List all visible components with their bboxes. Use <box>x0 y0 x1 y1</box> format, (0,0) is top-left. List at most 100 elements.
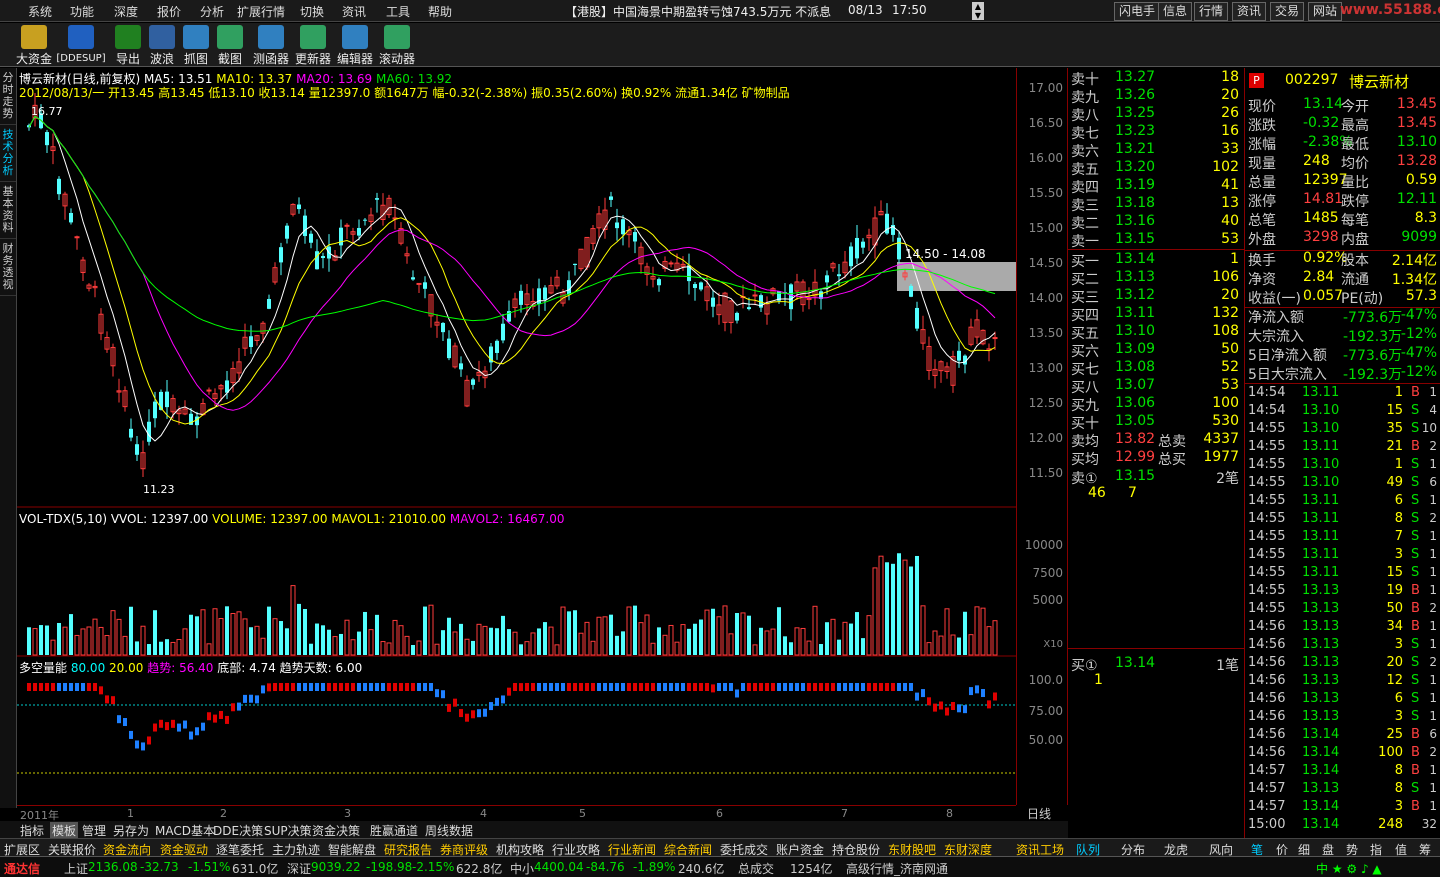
screenshot-button[interactable]: 截图 <box>210 25 250 66</box>
menu-function[interactable]: 功能 <box>70 3 94 20</box>
market-button[interactable]: 行情 <box>1194 2 1229 21</box>
trend-block <box>855 683 859 691</box>
volume-bar <box>633 605 637 655</box>
trend-block <box>597 683 601 691</box>
tick-price: 13.13 <box>1302 601 1340 616</box>
tab-fundamental[interactable]: 基本资料 <box>0 182 16 239</box>
volume-bar <box>819 644 823 655</box>
volume-bar <box>315 623 319 655</box>
volume-bar <box>699 619 703 655</box>
trend-block <box>129 730 133 739</box>
y-tick: 17.00 <box>1028 81 1063 95</box>
tab-sup[interactable]: SUP决策 <box>264 822 312 839</box>
period-label[interactable]: 日线 <box>1027 805 1051 822</box>
status-icons[interactable]: 中 ★ ⚙ ♪ ▲ <box>1316 860 1382 877</box>
tab-weekly[interactable]: 周线数据 <box>425 822 473 839</box>
trend-block <box>537 683 541 691</box>
updater-button[interactable]: 更新器 <box>294 25 332 66</box>
menu-news[interactable]: 资讯 <box>342 3 366 20</box>
bid-volume: 50 <box>1221 341 1239 357</box>
trend-block <box>75 683 79 691</box>
tick-time: 14:55 <box>1248 439 1286 454</box>
volume-bar <box>662 634 668 656</box>
big-capital-button[interactable]: 大资金 <box>13 25 55 66</box>
tick-row: 14:56 13.14 100 B 2 <box>1245 745 1440 763</box>
tick-price: 13.13 <box>1302 583 1340 598</box>
trend-block <box>219 710 223 719</box>
tick-volume: 100 <box>1378 745 1403 760</box>
function-tester-button[interactable]: 测函器 <box>252 25 290 66</box>
volume-bar <box>267 606 271 655</box>
tick-time: 14:55 <box>1248 421 1286 436</box>
flash-trade-button[interactable]: 闪电手 <box>1114 2 1161 21</box>
tab-template[interactable]: 模板 <box>50 822 79 839</box>
trend-block <box>45 683 49 691</box>
bid-row: 买六 13.09 50 <box>1068 341 1245 360</box>
queue-volume: 7 <box>1128 485 1137 501</box>
tab-manage[interactable]: 管理 <box>82 822 106 839</box>
bid-price: 13.14 <box>1115 251 1156 267</box>
menu-analysis[interactable]: 分析 <box>200 3 224 20</box>
tick-volume: 19 <box>1386 583 1403 598</box>
volume-bar <box>218 618 224 656</box>
menu-extended[interactable]: 扩展行情 <box>237 3 285 20</box>
editor-icon <box>342 25 368 49</box>
candle-body <box>609 196 613 200</box>
trend-block <box>81 683 85 691</box>
bid-label: 买六 <box>1071 344 1099 360</box>
info-button[interactable]: 信息 <box>1158 2 1193 21</box>
trend-block <box>285 683 289 691</box>
volume-bar <box>735 613 739 655</box>
tab-technical[interactable]: 技术分析 <box>0 125 16 182</box>
tab-macd[interactable]: MACD基本 <box>155 822 215 839</box>
tick-time: 14:56 <box>1248 619 1286 634</box>
menu-tools[interactable]: 工具 <box>386 3 410 20</box>
tab-channel[interactable]: 胜赢通道 <box>370 822 418 839</box>
news-button[interactable]: 资讯 <box>1232 2 1267 21</box>
menu-system[interactable]: 系统 <box>28 3 52 20</box>
tab-finance[interactable]: 财务透视 <box>0 239 16 296</box>
trend-block <box>927 697 931 706</box>
trend-block <box>825 683 829 691</box>
editor-button[interactable]: 编辑器 <box>336 25 374 66</box>
menu-switch[interactable]: 切换 <box>300 3 324 20</box>
menu-depth[interactable]: 深度 <box>114 3 138 20</box>
ticker-scroll[interactable]: ▲ ▼ <box>972 2 984 20</box>
candle-body <box>315 251 319 270</box>
buy1-queue-detail: 1 <box>1068 672 1245 690</box>
price-range-box <box>897 262 1016 291</box>
trend-block <box>417 683 421 691</box>
tick-volume: 8 <box>1394 781 1403 796</box>
scroller-button[interactable]: 滚动器 <box>378 25 416 66</box>
stat-value: 12.11 <box>1396 191 1437 207</box>
tick-time: 14:54 <box>1248 403 1286 418</box>
zx-label: 中小 <box>510 862 535 876</box>
tab-indicator[interactable]: 指标 <box>20 822 44 839</box>
tab-saveas[interactable]: 另存为 <box>113 822 149 839</box>
trend-block <box>807 683 811 691</box>
stat-label: 总量 <box>1248 175 1276 191</box>
menu-quote[interactable]: 报价 <box>157 3 181 20</box>
menu-help[interactable]: 帮助 <box>428 3 452 20</box>
website-button[interactable]: 网站 <box>1308 2 1343 21</box>
stat-row: 涨停 14.81 跌停 12.11 <box>1245 191 1440 210</box>
ask-volume: 20 <box>1221 87 1239 103</box>
news-ticker[interactable]: 【港股】中国海景中期盈转亏蚀743.5万元 不派息 <box>565 3 831 20</box>
ddesup-button[interactable]: [DDESUP] <box>56 25 106 65</box>
stat-value: 0.59 <box>1405 172 1437 188</box>
candle-body <box>825 275 829 283</box>
volume-bar <box>476 623 482 656</box>
tab-dde[interactable]: DDE决策 <box>213 822 263 839</box>
trade-button[interactable]: 交易 <box>1270 2 1305 21</box>
tab-capital[interactable]: 资金决策 <box>312 822 360 839</box>
volume-bar <box>104 635 110 656</box>
candle-body <box>321 256 325 259</box>
trend-block <box>213 714 217 723</box>
volume-bar <box>380 641 386 656</box>
price-chart[interactable] <box>17 68 1016 805</box>
trend-block <box>867 683 871 691</box>
chart-panel[interactable]: 博云新材(日线,前复权) MA5: 13.51 MA10: 13.37 MA20… <box>17 68 1016 805</box>
tick-side: B <box>1411 745 1420 760</box>
tab-intraday[interactable]: 分时走势 <box>0 68 16 125</box>
bid-price: 13.05 <box>1115 413 1156 429</box>
